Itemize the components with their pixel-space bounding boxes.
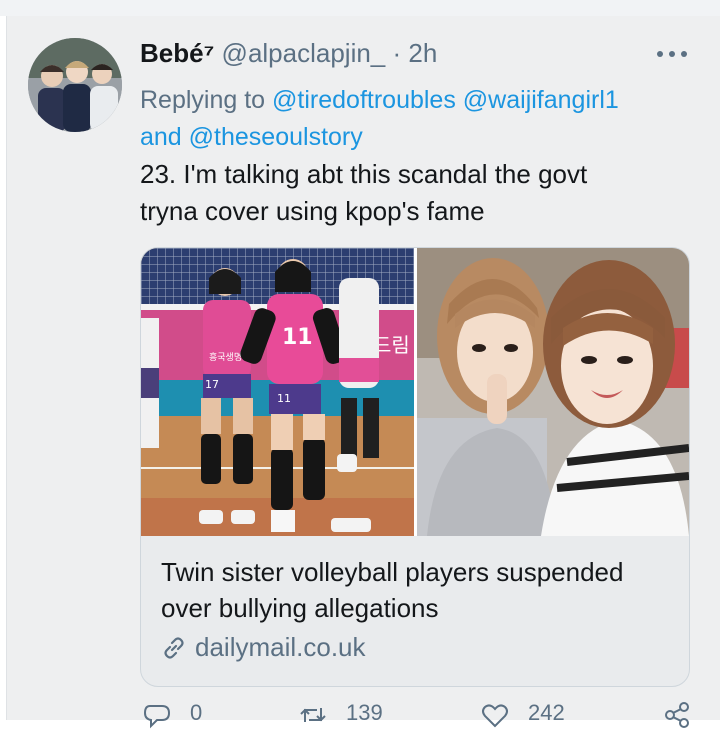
mention-link[interactable]: @waijifangirl1 (463, 86, 619, 114)
tweet-text-line: 23. I'm talking abt this scandal the gov… (140, 159, 588, 189)
reply-and: and (140, 123, 182, 151)
like-icon (482, 704, 508, 728)
action-bar: 0 139 242 (140, 700, 700, 740)
author-handle[interactable]: @alpaclapjin_ (222, 38, 386, 68)
avatar[interactable] (28, 38, 122, 132)
reply-button[interactable]: 0 (142, 700, 202, 730)
author-name[interactable]: Bebé⁷ (140, 38, 214, 68)
tweet-text-line: tryna cover using kpop's fame (140, 196, 485, 226)
card-domain-text[interactable]: dailymail.co.uk (195, 632, 366, 663)
timestamp[interactable]: 2h (408, 38, 437, 68)
share-button[interactable] (662, 700, 710, 730)
twin-sisters-photo (417, 248, 689, 536)
reply-context: Replying to @tiredoftroubles @waijifangi… (140, 82, 700, 156)
separator: · (392, 38, 402, 68)
card-media[interactable]: 드림 흥국생명 17 11 11 (141, 248, 689, 536)
mention-link[interactable]: @theseoulstory (189, 123, 363, 151)
reply-prefix: Replying to (140, 86, 266, 114)
jersey-number: 11 (277, 392, 291, 405)
reply-icon (143, 705, 171, 729)
card-domain[interactable]: dailymail.co.uk (161, 632, 366, 663)
jersey-number: 17 (205, 378, 219, 391)
svg-text:흥국생명: 흥국생명 (209, 351, 242, 363)
mention-link[interactable]: @tiredoftroubles (272, 86, 456, 114)
reply-count: 0 (190, 700, 203, 725)
card-title[interactable]: Twin sister volleyball players suspended… (161, 554, 671, 626)
share-icon (665, 702, 689, 728)
link-icon (164, 636, 184, 659)
top-strip (0, 0, 720, 16)
retweet-count: 139 (346, 700, 383, 725)
more-icon[interactable] (654, 42, 690, 66)
like-count: 242 (528, 700, 565, 725)
jersey-number: 11 (282, 325, 313, 350)
link-card[interactable]: 드림 흥국생명 17 11 11 Twin sister volleyball … (140, 247, 690, 687)
retweet-icon (300, 708, 326, 722)
tweet-text: 23. I'm talking abt this scandal the gov… (140, 156, 700, 230)
retweet-button[interactable]: 139 (298, 700, 383, 730)
author-line: Bebé⁷ @alpaclapjin_ · 2h (140, 38, 437, 69)
like-button[interactable]: 242 (480, 700, 565, 730)
volleyball-photo: 드림 흥국생명 17 11 11 (141, 248, 414, 536)
